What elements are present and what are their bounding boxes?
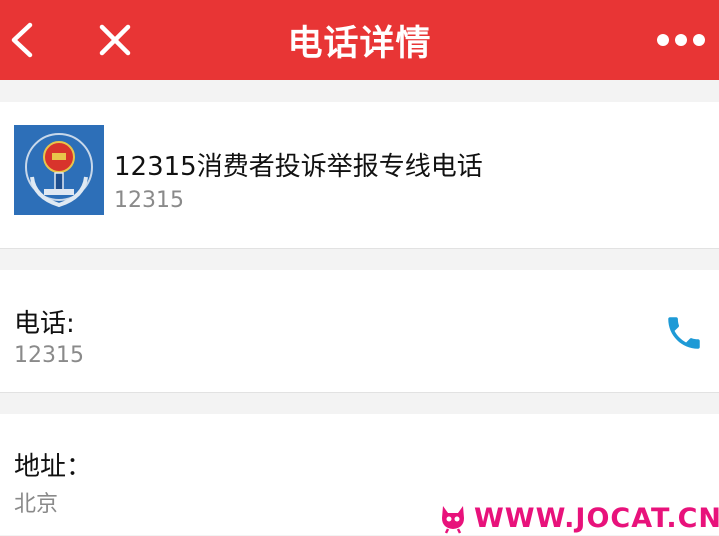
close-button[interactable]	[88, 0, 142, 80]
phone-call-icon[interactable]	[663, 312, 705, 354]
service-header-card: 12315消费者投诉举报专线电话 12315	[0, 102, 719, 249]
consumer-association-emblem-icon	[14, 125, 104, 215]
back-button[interactable]	[0, 0, 44, 80]
chevron-left-icon	[11, 22, 33, 58]
watermark: WWW.JOCAT.CN	[438, 500, 719, 536]
close-icon	[99, 24, 131, 56]
address-value: 北京	[14, 492, 59, 517]
phone-value: 12315	[14, 343, 84, 368]
phone-label: 电话:	[14, 309, 75, 339]
more-dots-icon	[657, 34, 705, 46]
service-number: 12315	[114, 188, 184, 213]
more-options-button[interactable]	[651, 0, 711, 80]
service-name: 12315消费者投诉举报专线电话	[114, 152, 483, 182]
cat-logo-icon	[442, 506, 464, 534]
top-navigation-bar: 电话详情	[0, 0, 719, 80]
watermark-text: WWW.JOCAT.CN	[474, 502, 719, 534]
address-label: 地址：	[14, 452, 93, 482]
phone-row[interactable]: 电话: 12315	[0, 270, 719, 393]
